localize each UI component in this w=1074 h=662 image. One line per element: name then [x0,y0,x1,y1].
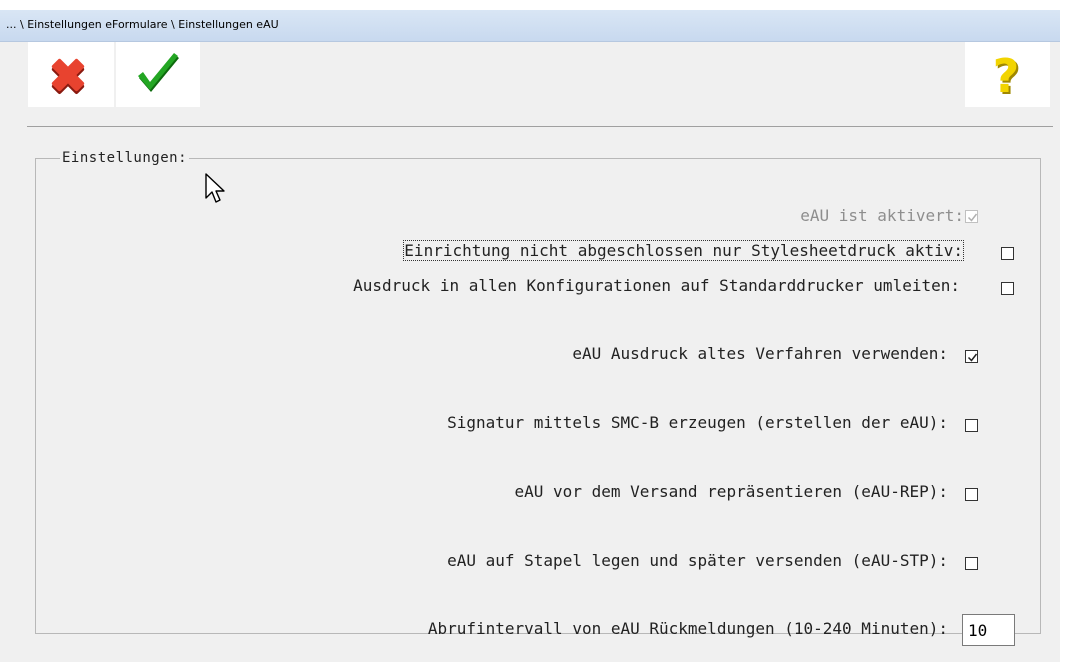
smcb-signature-label: Signatur mittels SMC-B erzeugen (erstell… [447,413,948,432]
interval-input[interactable]: 10 [962,614,1015,646]
eau-active-checkbox [965,210,978,223]
checkmark-icon [138,53,179,92]
toolbar-separator [27,126,1053,127]
cancel-button[interactable] [28,42,114,107]
settings-window: ... \ Einstellungen eFormulare \ Einstel… [0,0,1074,662]
confirm-button[interactable] [116,42,200,107]
window-title: ... \ Einstellungen eFormulare \ Einstel… [6,18,279,31]
cancel-x-icon [51,58,85,94]
title-bar: ... \ Einstellungen eFormulare \ Einstel… [0,10,1060,42]
eau-active-label: eAU ist aktivert: [800,206,964,225]
stylesheet-print-checkbox[interactable] [1001,247,1014,260]
old-print-procedure-label: eAU Ausdruck altes Verfahren verwenden: [572,344,948,363]
eau-stp-checkbox[interactable] [965,557,978,570]
settings-group-legend: Einstellungen: [62,150,188,166]
old-print-procedure-checkbox[interactable] [965,350,978,363]
mouse-pointer-icon [205,173,225,203]
eau-stp-label: eAU auf Stapel legen und später versende… [447,551,948,570]
redirect-printer-checkbox[interactable] [1001,282,1014,295]
help-button[interactable]: ? ? [965,42,1050,107]
stylesheet-print-label[interactable]: Einrichtung nicht abgeschlossen nur Styl… [403,240,964,261]
dialog-client-area: ? ? Einstellungen: eAU ist aktivert: Ein… [0,42,1060,662]
help-question-icon: ? ? [993,49,1022,105]
eau-rep-label: eAU vor dem Versand repräsentieren (eAU-… [514,482,948,501]
smcb-signature-checkbox[interactable] [965,419,978,432]
redirect-printer-label: Ausdruck in allen Konfigurationen auf St… [353,276,960,295]
eau-rep-checkbox[interactable] [965,488,978,501]
interval-label: Abrufintervall von eAU Rückmeldungen (10… [427,619,948,638]
settings-group: Einstellungen: eAU ist aktivert: Einrich… [35,150,1041,646]
svg-text:?: ? [993,49,1020,103]
